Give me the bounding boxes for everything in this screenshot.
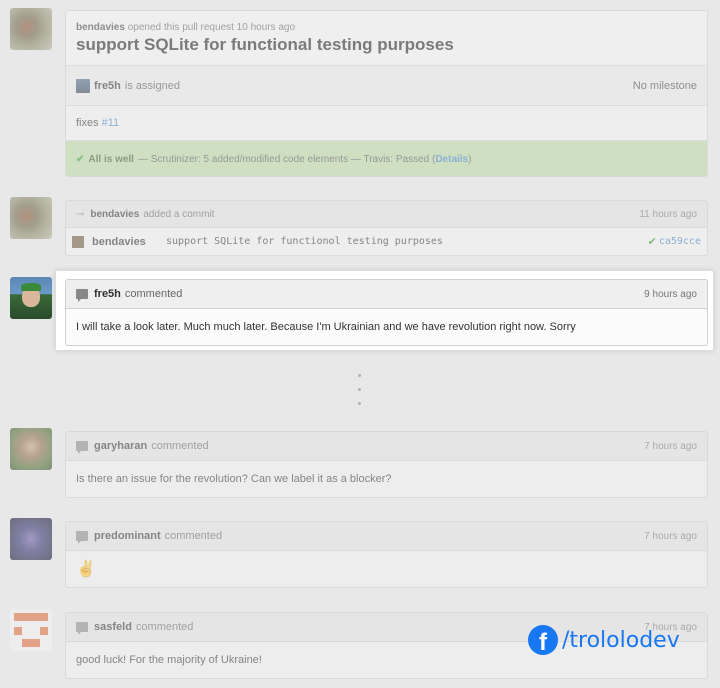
commit-event: ⊸ bendavies added a commit 11 hours ago …: [65, 200, 708, 256]
comment-icon: [76, 289, 88, 302]
commit-message[interactable]: support SQLite for functionol testing pu…: [166, 236, 443, 247]
comment-action: commented: [135, 621, 194, 633]
comment-fre5h: fre5h commented 9 hours ago I will take …: [65, 279, 708, 346]
commit-event-action: added a commit: [143, 208, 215, 220]
comment-author[interactable]: sasfeld: [94, 621, 132, 633]
page-title: support SQLite for functional testing pu…: [76, 35, 454, 54]
commit-event-author[interactable]: bendavies: [90, 209, 139, 220]
pr-body-prefix: fixes: [76, 117, 99, 129]
check-icon: ✔: [76, 153, 85, 165]
facebook-icon: f: [528, 625, 558, 655]
avatar-garyharan[interactable]: [10, 428, 52, 470]
avatar-sasfeld-bottom: [22, 639, 40, 647]
committer-name[interactable]: bendavies: [92, 236, 162, 248]
commit-icon: ⊸: [76, 208, 85, 220]
build-check-icon: ✔: [647, 236, 657, 248]
comment-garyharan: garyharan commented 7 hours ago Is there…: [65, 431, 708, 498]
assignee-avatar[interactable]: [76, 78, 90, 93]
collapsed-timeline-dots[interactable]: [358, 374, 361, 405]
facebook-watermark: f /trololodev: [528, 625, 680, 655]
issue-link[interactable]: #11: [102, 117, 120, 129]
comment-time[interactable]: 9 hours ago: [644, 289, 697, 300]
avatar-bendavies[interactable]: [10, 8, 52, 50]
pr-opened-time: 10 hours ago: [236, 22, 296, 33]
committer-avatar[interactable]: [72, 235, 84, 248]
assignee-link[interactable]: fre5h: [94, 80, 121, 92]
avatar-fre5h[interactable]: [10, 277, 52, 319]
comment-body: ✌: [76, 561, 96, 578]
status-text: — Scrutinizer: 5 added/modified code ele…: [137, 153, 436, 165]
comment-author[interactable]: predominant: [94, 530, 161, 542]
comment-predominant: predominant commented 7 hours ago ✌: [65, 521, 708, 588]
details-link[interactable]: Details: [435, 154, 468, 165]
comment-action: commented: [164, 530, 223, 542]
comment-time[interactable]: 7 hours ago: [644, 441, 697, 452]
avatar-fre5h-hat: [21, 283, 41, 291]
comment-body: I will take a look later. Much much late…: [76, 321, 576, 333]
pull-request-header: bendavies opened this pull request 10 ho…: [65, 10, 708, 177]
comment-author[interactable]: fre5h: [94, 288, 121, 300]
avatar-sasfeld-right: [40, 627, 48, 635]
avatar-sasfeld[interactable]: [10, 609, 52, 651]
avatar-predominant[interactable]: [10, 518, 52, 560]
comment-icon: [76, 441, 88, 454]
commit-event-time: 11 hours ago: [639, 208, 697, 220]
pr-opened-text: opened this pull request: [127, 22, 234, 33]
avatar-sasfeld-left: [14, 627, 22, 635]
comment-action: commented: [124, 288, 183, 300]
commit-sha-link[interactable]: ca59cce: [659, 236, 701, 247]
comment-time[interactable]: 7 hours ago: [644, 531, 697, 542]
comment-body: Is there an issue for the revolution? Ca…: [76, 473, 392, 485]
comment-icon: [76, 531, 88, 544]
milestone-label[interactable]: No milestone: [633, 80, 697, 92]
facebook-handle: /trololodev: [562, 627, 680, 653]
comment-icon: [76, 622, 88, 635]
status-strong: All is well: [88, 153, 134, 165]
comment-action: commented: [151, 440, 209, 452]
comment-author[interactable]: garyharan: [94, 440, 147, 452]
avatar-sasfeld-top: [14, 613, 48, 621]
status-bar: ✔ All is well — Scrutinizer: 5 added/mod…: [66, 141, 707, 176]
pr-author-link[interactable]: bendavies: [76, 22, 125, 33]
status-suffix: ): [468, 153, 472, 165]
assigned-text: is assigned: [124, 79, 180, 92]
avatar-bendavies-commit[interactable]: [10, 197, 52, 239]
